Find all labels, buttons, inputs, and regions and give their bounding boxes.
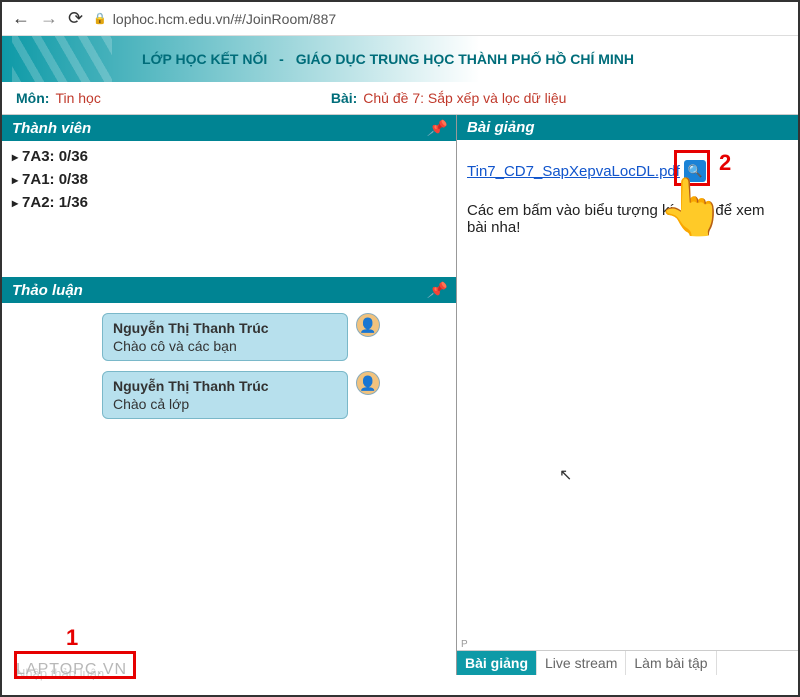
pin-icon[interactable]: 📌 xyxy=(427,281,446,299)
lecture-instruction: Các em bấm vào biểu tượng kí ____ để xem… xyxy=(467,202,788,236)
site-title: GIÁO DỤC TRUNG HỌC THÀNH PHỐ HỒ CHÍ MINH xyxy=(296,51,634,67)
chat-text: Chào cô và các bạn xyxy=(113,338,337,354)
annotation-box-2 xyxy=(674,150,710,186)
subject-label: Môn: xyxy=(16,90,49,106)
subject-value: Tin học xyxy=(55,90,100,106)
back-icon[interactable]: ← xyxy=(12,8,30,29)
tab-prefix: P xyxy=(457,639,798,650)
pdf-link[interactable]: Tin7_CD7_SapXepvaLocDL.pdf xyxy=(467,163,680,180)
main-columns: Thành viên 📌 7A3: 0/36 7A1: 0/38 7A2: 1/… xyxy=(2,115,798,675)
header-sep: - xyxy=(275,51,287,67)
reload-icon[interactable]: ⟳ xyxy=(68,8,83,29)
annotation-number-1: 1 xyxy=(66,625,78,651)
discussion-header: Thảo luận 📌 xyxy=(2,277,456,303)
member-item[interactable]: 7A2: 1/36 xyxy=(2,191,456,214)
header-pattern xyxy=(12,36,112,82)
members-panel: Thành viên 📌 7A3: 0/36 7A1: 0/38 7A2: 1/… xyxy=(2,115,456,277)
lock-icon: 🔒 xyxy=(93,12,107,25)
lecture-title: Bài giảng xyxy=(467,119,535,136)
browser-bar: ← → ⟳ 🔒 lophoc.hcm.edu.vn/#/JoinRoom/887 xyxy=(2,2,798,36)
bottom-tabs: Bài giảng Live stream Làm bài tập xyxy=(457,650,798,675)
meta-bar: Môn: Tin học Bài: Chủ đề 7: Sắp xếp và l… xyxy=(2,82,798,115)
chat-text: Chào cả lớp xyxy=(113,396,337,412)
chat-message: Nguyễn Thị Thanh Trúc Chào cô và các bạn… xyxy=(102,313,446,361)
annotation-box-1 xyxy=(14,651,136,679)
chat-sender: Nguyễn Thị Thanh Trúc xyxy=(113,320,337,336)
tab-bar-wrap: P Bài giảng Live stream Làm bài tập xyxy=(457,639,798,675)
avatar-icon: 👤 xyxy=(356,313,380,337)
pdf-line: Tin7_CD7_SapXepvaLocDL.pdf 🔍 xyxy=(467,160,788,182)
member-item[interactable]: 7A1: 0/38 xyxy=(2,168,456,191)
lesson-label: Bài: xyxy=(331,90,357,106)
members-header: Thành viên 📌 xyxy=(2,115,456,141)
lecture-header: Bài giảng xyxy=(457,115,798,140)
members-list: 7A3: 0/36 7A1: 0/38 7A2: 1/36 xyxy=(2,141,456,218)
chat-sender: Nguyễn Thị Thanh Trúc xyxy=(113,378,337,394)
url-bar[interactable]: 🔒 lophoc.hcm.edu.vn/#/JoinRoom/887 xyxy=(93,11,788,27)
cursor-icon: ↖ xyxy=(559,465,572,485)
discussion-title: Thảo luận xyxy=(12,282,83,299)
tab-lecture[interactable]: Bài giảng xyxy=(457,651,537,675)
tab-exercise[interactable]: Làm bài tập xyxy=(626,651,716,675)
members-title: Thành viên xyxy=(12,120,91,137)
pin-icon[interactable]: 📌 xyxy=(427,119,446,137)
lesson-value: Chủ đề 7: Sắp xếp và lọc dữ liệu xyxy=(363,90,566,106)
member-item[interactable]: 7A3: 0/36 xyxy=(2,145,456,168)
chat-bubble: Nguyễn Thị Thanh Trúc Chào cả lớp xyxy=(102,371,348,419)
annotation-number-2: 2 xyxy=(719,150,731,176)
chat-message: Nguyễn Thị Thanh Trúc Chào cả lớp 👤 xyxy=(102,371,446,419)
right-column: Bài giảng Tin7_CD7_SapXepvaLocDL.pdf 🔍 C… xyxy=(457,115,798,675)
url-text: lophoc.hcm.edu.vn/#/JoinRoom/887 xyxy=(113,11,336,27)
chat-bubble: Nguyễn Thị Thanh Trúc Chào cô và các bạn xyxy=(102,313,348,361)
site-brand: LỚP HỌC KẾT NỐI xyxy=(142,51,267,67)
discussion-body: Nguyễn Thị Thanh Trúc Chào cô và các bạn… xyxy=(2,303,456,675)
forward-icon[interactable]: → xyxy=(40,8,58,29)
lecture-body: Tin7_CD7_SapXepvaLocDL.pdf 🔍 Các em bấm … xyxy=(457,140,798,639)
left-column: Thành viên 📌 7A3: 0/36 7A1: 0/38 7A2: 1/… xyxy=(2,115,457,675)
tab-livestream[interactable]: Live stream xyxy=(537,651,626,675)
site-header: LỚP HỌC KẾT NỐI - GIÁO DỤC TRUNG HỌC THÀ… xyxy=(2,36,798,82)
avatar-icon: 👤 xyxy=(356,371,380,395)
